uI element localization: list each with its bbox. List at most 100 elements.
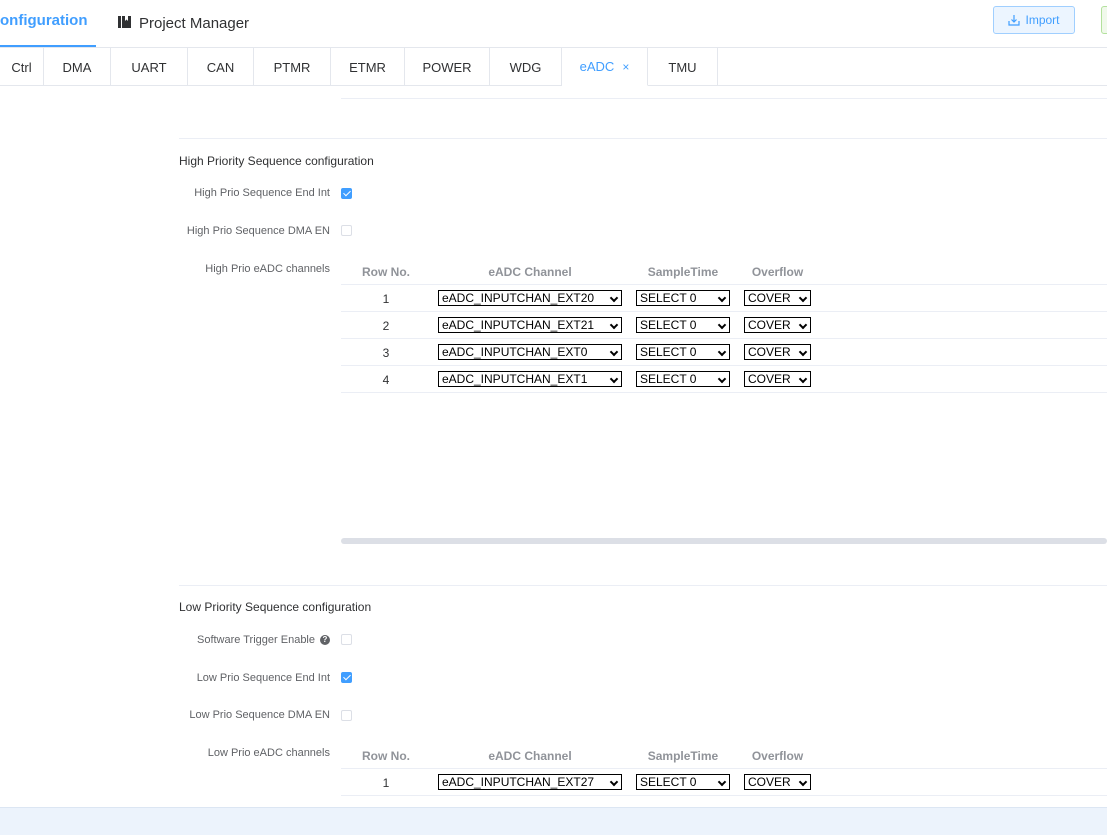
sample-time-select[interactable]: SELECT 0 [636,371,730,387]
sample-time-select[interactable]: SELECT 0 [636,774,730,790]
tab-ctrl[interactable]: Ctrl [0,48,44,86]
import-button[interactable]: Import [993,6,1075,34]
select-value: SELECT 0 [640,775,697,789]
tab-dma[interactable]: DMA [44,48,111,86]
table-row: 4 eADC_INPUTCHAN_EXT1 SELECT 0 COVER [341,366,1107,393]
sample-time-select[interactable]: SELECT 0 [636,290,730,306]
chevron-down-icon [609,320,619,330]
high-prio-dma-en-checkbox[interactable] [341,225,352,236]
tab-uart[interactable]: UART [111,48,188,86]
select-value: SELECT 0 [640,372,697,386]
import-label: Import [1025,13,1060,27]
module-tabs: Ctrl DMA UART CAN PTMR ETMR POWER WDG eA… [0,48,1107,86]
table-row: 2 eADC_INPUTCHAN_EXT21 SELECT 0 COVER [341,312,1107,339]
select-value: COVER [748,345,791,359]
low-prio-dma-en-checkbox[interactable] [341,710,352,721]
select-value: SELECT 0 [640,291,697,305]
row-number: 1 [382,292,390,306]
select-value: COVER [748,775,791,789]
table-header: Row No. eADC Channel SampleTime Overflow [341,257,1107,285]
overflow-select[interactable]: COVER [744,344,811,360]
eadc-channel-select[interactable]: eADC_INPUTCHAN_EXT20 [438,290,622,306]
nav-project-manager[interactable]: Project Manager [118,0,249,48]
row-number: 4 [382,373,390,387]
high-prio-end-int-label: High Prio Sequence End Int [194,187,330,199]
chevron-down-icon [609,777,619,787]
divider [179,585,1107,586]
overflow-select[interactable]: COVER [744,774,811,790]
tab-ptmr[interactable]: PTMR [254,48,331,86]
nav-configuration[interactable]: onfiguration [0,0,105,48]
help-icon[interactable]: ? [320,635,330,645]
select-value: eADC_INPUTCHAN_EXT0 [442,345,588,359]
select-value: COVER [748,372,791,386]
chevron-down-icon [717,293,727,303]
table-header: Row No. eADC Channel SampleTime Overflow [341,741,1107,769]
eadc-channel-select[interactable]: eADC_INPUTCHAN_EXT21 [438,317,622,333]
select-value: COVER [748,318,791,332]
overflow-select[interactable]: COVER [744,317,811,333]
tab-label: CAN [206,59,235,75]
eadc-channel-select[interactable]: eADC_INPUTCHAN_EXT1 [438,371,622,387]
row-number: 2 [382,319,390,333]
tab-eadc[interactable]: eADC × [562,48,648,86]
high-prio-dma-en-label: High Prio Sequence DMA EN [186,225,330,237]
low-prio-dma-en-label: Low Prio Sequence DMA EN [189,709,330,721]
table-row: 1 eADC_INPUTCHAN_EXT27 SELECT 0 COVER [341,769,1107,796]
low-prio-end-int-label: Low Prio Sequence End Int [196,672,330,684]
eadc-channel-select[interactable]: eADC_INPUTCHAN_EXT27 [438,774,622,790]
select-value: eADC_INPUTCHAN_EXT21 [442,318,595,332]
chevron-down-icon [609,374,619,384]
chevron-down-icon [798,777,808,787]
chevron-down-icon [798,320,808,330]
select-value: eADC_INPUTCHAN_EXT20 [442,291,595,305]
column-header-sample-time: SampleTime [647,749,719,763]
high-prio-end-int-checkbox[interactable] [341,188,352,199]
tab-label: eADC [579,59,615,74]
divider [179,138,1107,139]
high-prio-section-title: High Priority Sequence configuration [179,154,374,168]
footer-bar [0,807,1107,835]
column-header-overflow: Overflow [751,749,804,763]
chevron-down-icon [717,347,727,357]
top-bar: onfiguration Project Manager Import [0,0,1107,48]
sw-trigger-checkbox[interactable] [341,634,352,645]
chevron-down-icon [609,347,619,357]
tab-tmu[interactable]: TMU [648,48,718,86]
chevron-down-icon [717,777,727,787]
chevron-down-icon [609,293,619,303]
tab-label: UART [131,59,167,75]
low-prio-section-title: Low Priority Sequence configuration [179,600,372,614]
tab-wdg[interactable]: WDG [490,48,562,86]
tab-label: Ctrl [11,59,32,75]
tab-power[interactable]: POWER [405,48,490,86]
tab-etmr[interactable]: ETMR [331,48,405,86]
column-header-row-no: Row No. [362,265,410,279]
select-value: eADC_INPUTCHAN_EXT1 [442,372,588,386]
chevron-down-icon [798,374,808,384]
tab-can[interactable]: CAN [188,48,254,86]
sample-time-select[interactable]: SELECT 0 [636,344,730,360]
low-prio-end-int-checkbox[interactable] [341,672,352,683]
sample-time-select[interactable]: SELECT 0 [636,317,730,333]
divider [341,98,1107,99]
tab-label: WDG [509,59,542,75]
horizontal-scrollbar[interactable] [341,538,1107,544]
column-header-eadc-channel: eADC Channel [488,265,572,279]
overflow-select[interactable]: COVER [744,290,811,306]
overflow-select[interactable]: COVER [744,371,811,387]
export-button[interactable] [1101,6,1107,34]
select-value: eADC_INPUTCHAN_EXT27 [442,775,595,789]
column-header-overflow: Overflow [751,265,804,279]
tab-label: PTMR [273,59,311,75]
tab-label: DMA [62,59,92,75]
eadc-channel-select[interactable]: eADC_INPUTCHAN_EXT0 [438,344,622,360]
low-prio-channels-label: Low Prio eADC channels [207,747,330,759]
tab-label: TMU [668,59,697,75]
row-number: 1 [382,776,390,790]
tab-label: ETMR [349,59,386,75]
column-header-row-no: Row No. [362,749,410,763]
table-row: 1 eADC_INPUTCHAN_EXT20 SELECT 0 COVER [341,285,1107,312]
table-row: 3 eADC_INPUTCHAN_EXT0 SELECT 0 COVER [341,339,1107,366]
close-icon[interactable]: × [622,60,629,74]
